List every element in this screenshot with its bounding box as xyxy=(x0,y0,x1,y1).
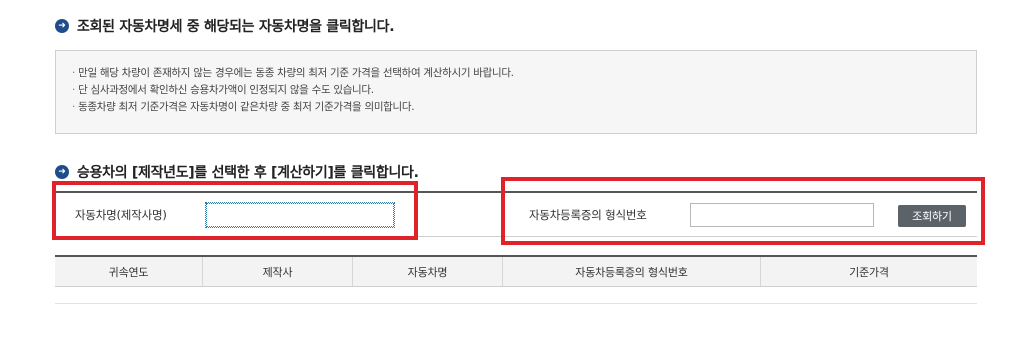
notice-item: 단 심사과정에서 확인하신 승용차가액이 인정되지 않을 수도 있습니다. xyxy=(72,82,960,99)
column-header-base-price[interactable]: 기준가격 xyxy=(761,257,977,286)
table-header: 귀속연도 제작사 자동차명 자동차등록증의 형식번호 기준가격 xyxy=(55,257,977,287)
column-header-year[interactable]: 귀속연도 xyxy=(55,257,203,286)
column-header-car-name[interactable]: 자동차명 xyxy=(353,257,503,286)
column-header-registration-type[interactable]: 자동차등록증의 형식번호 xyxy=(503,257,761,286)
step1-heading-text: 조회된 자동차명세 중 해당되는 자동차명을 클릭합니다. xyxy=(77,19,395,35)
step1-heading: ➜ 조회된 자동차명세 중 해당되는 자동차명을 클릭합니다. xyxy=(55,16,395,36)
step2-heading-text: 승용차의 [제작년도]를 선택한 후 [계산하기]를 클릭합니다. xyxy=(77,165,419,181)
notice-item: 만일 해당 차량이 존재하지 않는 경우에는 동종 차량의 최저 기준 가격을 … xyxy=(72,65,960,82)
highlight-box-name xyxy=(52,181,418,240)
notice-box: 만일 해당 차량이 존재하지 않는 경우에는 동종 차량의 최저 기준 가격을 … xyxy=(55,50,977,134)
table-body xyxy=(55,287,977,304)
highlight-box-registration xyxy=(501,177,985,245)
arrow-right-icon: ➜ xyxy=(55,165,69,179)
arrow-right-icon: ➜ xyxy=(55,19,69,33)
notice-item: 동종차량 최저 기준가격은 자동차명이 같은차량 중 최저 기준가격을 의미합니… xyxy=(72,99,960,116)
step2-heading: ➜ 승용차의 [제작년도]를 선택한 후 [계산하기]를 클릭합니다. xyxy=(55,162,419,182)
column-header-maker[interactable]: 제작사 xyxy=(203,257,353,286)
results-table: 귀속연도 제작사 자동차명 자동차등록증의 형식번호 기준가격 xyxy=(55,255,977,304)
